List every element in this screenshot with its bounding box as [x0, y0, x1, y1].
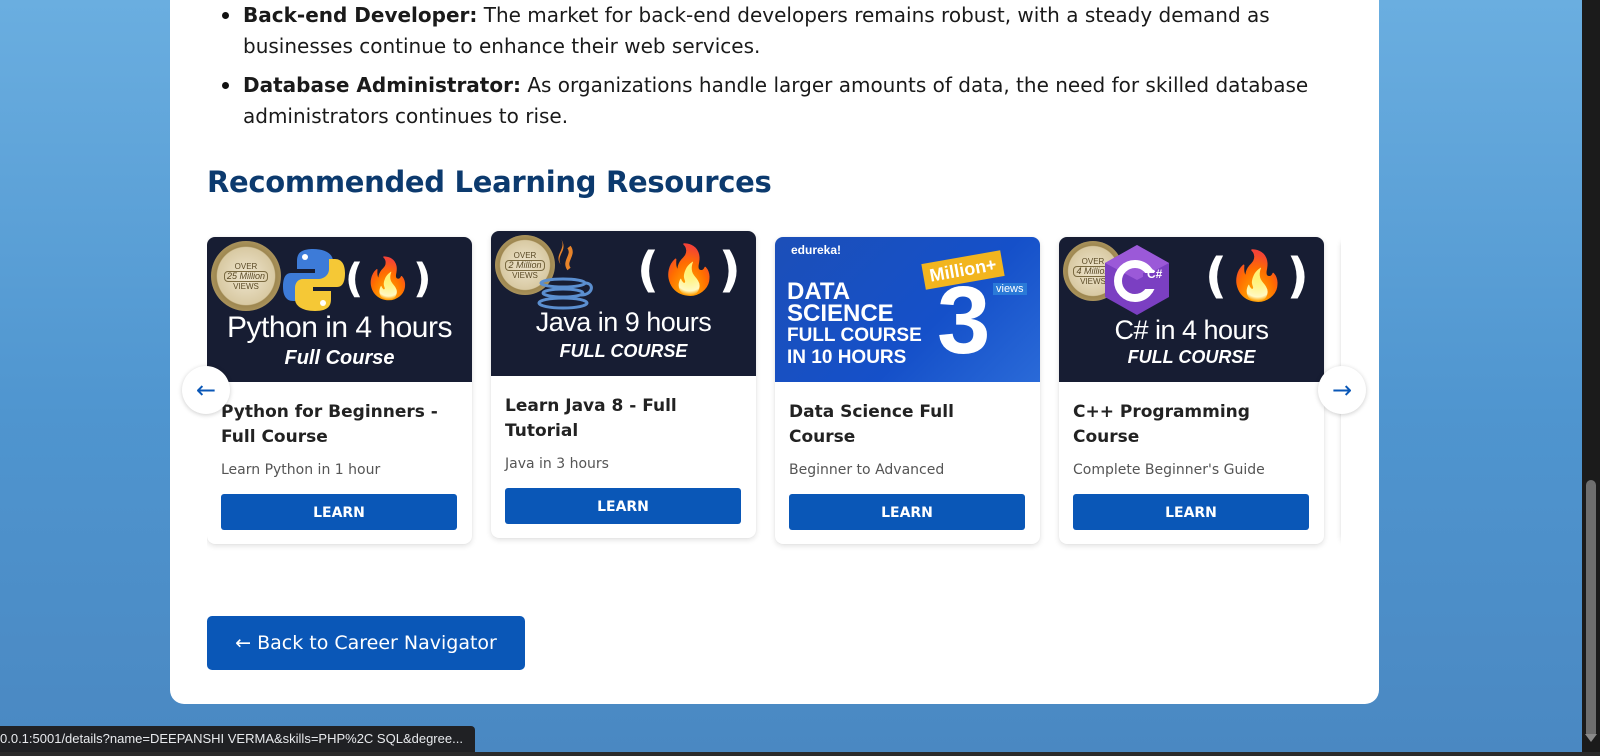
thumbnail-headline: DATA SCIENCE FULL COURSE IN 10 HOURS: [787, 280, 922, 369]
card-title: Learn Java 8 - Full Tutorial: [505, 396, 677, 441]
learn-button[interactable]: LEARN: [1073, 494, 1309, 530]
thumbnail-subline: FULL COURSE: [1127, 347, 1256, 367]
bullet-dot: [222, 82, 229, 89]
window-bottom-edge: [0, 752, 1600, 756]
thumbnail-subline: FULL COURSE: [559, 341, 688, 361]
card-subtitle: Beginner to Advanced: [789, 462, 945, 478]
bullet-title: Back-end Developer:: [243, 3, 478, 27]
edureka-logo: edureka!: [791, 243, 842, 257]
python-logo-icon: [283, 249, 345, 311]
career-demand-list: Back-end Developer: The market for back-…: [210, 0, 1340, 140]
next-arrow-button[interactable]: →: [1318, 366, 1366, 414]
badge-text: 25 Million: [223, 270, 269, 282]
thumbnail-headline: Python in 4 hours: [227, 311, 452, 344]
course-thumbnail: OVER 4 Million VIEWS C# (🔥) C# in 4 hour…: [1059, 237, 1324, 382]
learn-button[interactable]: LEARN: [505, 488, 741, 524]
java-logo-icon: [537, 239, 593, 310]
badge-text: VIEWS: [233, 281, 259, 291]
badge-text: OVER: [234, 261, 258, 271]
scrollbar-thumb[interactable]: [1586, 480, 1596, 738]
list-item: Back-end Developer: The market for back-…: [210, 0, 1340, 62]
thumbnail-line: FULL COURSE: [787, 325, 922, 346]
bullet-title: Database Administrator:: [243, 73, 521, 97]
views-number: 3: [937, 267, 991, 374]
vertical-scrollbar[interactable]: [1582, 0, 1600, 756]
card-title: Python for Beginners - Full Course: [221, 402, 438, 447]
card-subtitle: Java in 3 hours: [505, 456, 609, 472]
bullet-dot: [222, 12, 229, 19]
course-thumbnail: OVER 2 Million VIEWS (🔥) Java in 9 hours…: [491, 231, 756, 376]
csharp-logo-text: C#: [1147, 267, 1163, 281]
course-thumbnail: OVER 25 Million VIEWS (🔥) Python in 4 ho…: [207, 237, 472, 382]
fire-icon: (🔥): [637, 242, 741, 298]
learn-button[interactable]: LEARN: [221, 494, 457, 530]
card-subtitle: Learn Python in 1 hour: [221, 462, 381, 478]
card-title: Data Science Full Course: [789, 402, 954, 447]
resource-card-data-science: edureka! DATA SCIENCE FULL COURSE IN 10 …: [775, 237, 1040, 544]
list-item: Database Administrator: As organizations…: [210, 70, 1340, 132]
thumbnail-headline: C# in 4 hours: [1114, 315, 1269, 345]
course-thumbnail: edureka! DATA SCIENCE FULL COURSE IN 10 …: [775, 237, 1040, 382]
resource-card-cpp: OVER 4 Million VIEWS C# (🔥) C# in 4 hour…: [1059, 237, 1324, 544]
thumbnail-subline: Full Course: [284, 347, 395, 369]
badge-text: OVER: [1081, 256, 1105, 266]
thumbnail-line: IN 10 HOURS: [787, 347, 907, 368]
resource-card-python: OVER 25 Million VIEWS (🔥) Python in 4 ho…: [207, 237, 472, 544]
views-badge: OVER 25 Million VIEWS: [211, 241, 281, 311]
resources-carousel: OVER 25 Million VIEWS (🔥) Python in 4 ho…: [207, 225, 1341, 555]
fire-icon: (🔥): [1205, 248, 1309, 304]
back-to-navigator-button[interactable]: ← Back to Career Navigator: [207, 616, 525, 670]
resource-card-java: OVER 2 Million VIEWS (🔥) Java in 9 hours…: [491, 231, 756, 538]
card-subtitle: Complete Beginner's Guide: [1073, 462, 1265, 478]
prev-arrow-button[interactable]: ←: [182, 366, 230, 414]
thumbnail-line: SCIENCE: [787, 300, 894, 327]
fire-icon: (🔥): [345, 256, 432, 302]
card-title: C++ Programming Course: [1073, 402, 1250, 447]
link-status-url: 0.0.1:5001/details?name=DEEPANSHI VERMA&…: [0, 726, 475, 752]
thumbnail-headline: Java in 9 hours: [535, 307, 712, 337]
section-title: Recommended Learning Resources: [207, 165, 772, 199]
views-label: views: [993, 283, 1027, 295]
learn-button[interactable]: LEARN: [789, 494, 1025, 530]
scroll-down-arrow-icon[interactable]: [1585, 734, 1597, 742]
